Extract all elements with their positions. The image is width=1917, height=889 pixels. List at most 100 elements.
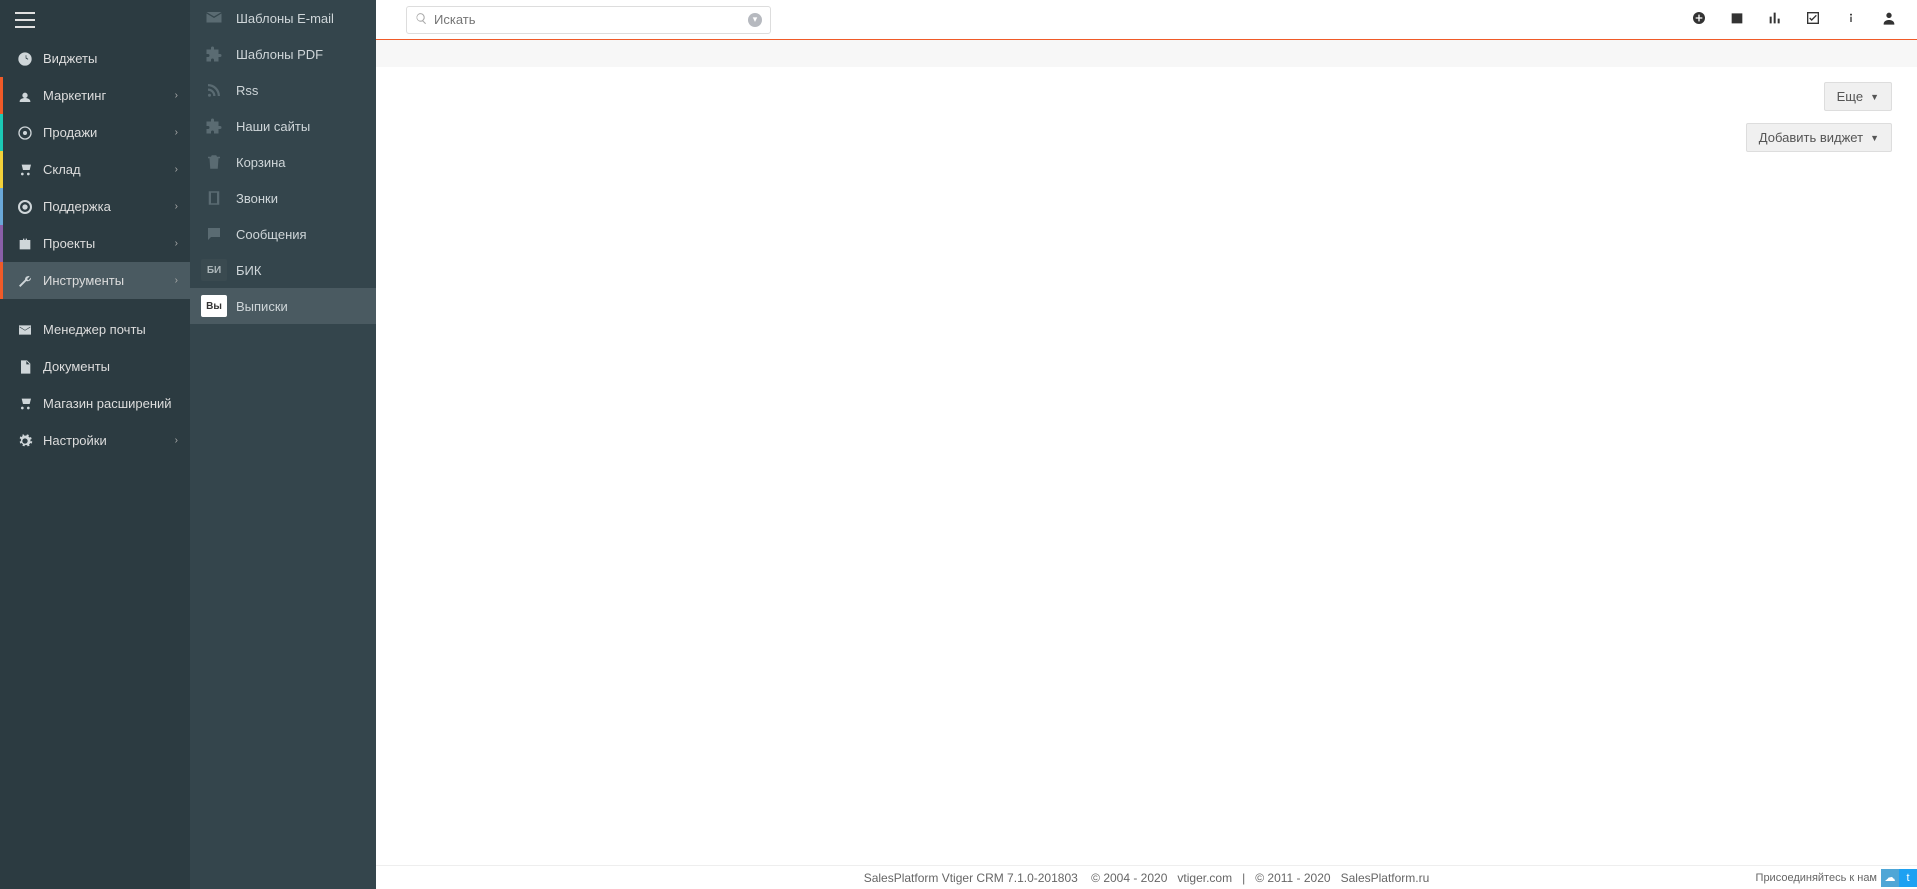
sidebar-item-label: Продажи — [43, 125, 175, 140]
sidebar-item-sales[interactable]: Продажи › — [0, 114, 190, 151]
sidebar-item-support[interactable]: Поддержка › — [0, 188, 190, 225]
sidebar-item-label: Инструменты — [43, 273, 175, 288]
puzzle-icon — [200, 43, 228, 65]
briefcase-icon — [15, 235, 35, 252]
sidebar-item-mail-manager[interactable]: Менеджер почты — [0, 311, 190, 348]
sidebar-item-marketing[interactable]: Маркетинг › — [0, 77, 190, 114]
chevron-right-icon: › — [175, 90, 178, 101]
sub-sidebar: Шаблоны E-mail Шаблоны PDF Rss Наши сайт… — [190, 0, 376, 889]
gear-icon — [15, 432, 35, 449]
module-badge: Вы — [201, 295, 227, 317]
sidebar-item-label: Склад — [43, 162, 175, 177]
subsidebar-item-messages[interactable]: Сообщения — [190, 216, 376, 252]
chevron-right-icon: › — [175, 127, 178, 138]
sidebar-item-label: Проекты — [43, 236, 175, 251]
sidebar-item-label: Настройки — [43, 433, 175, 448]
chevron-right-icon: › — [175, 164, 178, 175]
subsidebar-item-label: Шаблоны E-mail — [236, 11, 334, 26]
search-icon — [415, 12, 428, 28]
sidebar-item-tools[interactable]: Инструменты › — [0, 262, 190, 299]
info-icon[interactable] — [1843, 10, 1859, 30]
subsidebar-item-label: Сообщения — [236, 227, 307, 242]
add-icon[interactable] — [1691, 10, 1707, 30]
subsidebar-item-label: Наши сайты — [236, 119, 310, 134]
footer-join-label: Присоединяйтесь к нам — [1756, 872, 1877, 884]
chevron-right-icon: › — [175, 201, 178, 212]
social-cloud-icon[interactable]: ☁ — [1881, 869, 1899, 887]
subsidebar-item-recycle-bin[interactable]: Корзина — [190, 144, 376, 180]
subsidebar-item-label: Rss — [236, 83, 258, 98]
button-label: Еще — [1837, 89, 1863, 104]
more-button[interactable]: Еще ▼ — [1824, 82, 1892, 111]
envelope-icon — [200, 7, 228, 29]
reports-icon[interactable] — [1767, 10, 1783, 30]
users-icon — [15, 87, 35, 104]
subsidebar-item-label: Корзина — [236, 155, 286, 170]
footer-link-vtiger[interactable]: vtiger.com — [1177, 871, 1232, 885]
sidebar-item-widgets[interactable]: Виджеты — [0, 40, 190, 77]
document-icon — [15, 358, 35, 375]
tasks-icon[interactable] — [1805, 10, 1821, 30]
lifebuoy-icon — [15, 198, 35, 215]
chevron-right-icon: › — [175, 275, 178, 286]
footer: SalesPlatform Vtiger CRM 7.1.0-201803 © … — [376, 865, 1917, 889]
footer-link-salesplatform[interactable]: SalesPlatform.ru — [1341, 871, 1430, 885]
caret-down-icon: ▼ — [1870, 133, 1879, 143]
sidebar-item-label: Документы — [43, 359, 178, 374]
sidebar-item-settings[interactable]: Настройки › — [0, 422, 190, 459]
subsidebar-item-label: Звонки — [236, 191, 278, 206]
accent-divider — [376, 39, 1917, 40]
user-icon[interactable] — [1881, 10, 1897, 30]
subsidebar-item-rss[interactable]: Rss — [190, 72, 376, 108]
subsidebar-item-pdf-templates[interactable]: Шаблоны PDF — [190, 36, 376, 72]
subsidebar-item-label: Выписки — [236, 299, 288, 314]
footer-copyright1: © 2004 - 2020 — [1091, 871, 1167, 885]
subsidebar-item-email-templates[interactable]: Шаблоны E-mail — [190, 0, 376, 36]
rss-icon — [200, 79, 228, 101]
mail-icon — [15, 321, 35, 338]
dashboard-icon — [15, 50, 35, 67]
target-icon — [15, 124, 35, 141]
puzzle-icon — [200, 115, 228, 137]
sidebar-item-projects[interactable]: Проекты › — [0, 225, 190, 262]
add-widget-button[interactable]: Добавить виджет ▼ — [1746, 123, 1892, 152]
sidebar-item-extension-store[interactable]: Магазин расширений — [0, 385, 190, 422]
subsidebar-item-label: БИК — [236, 263, 261, 278]
footer-copyright2: © 2011 - 2020 — [1255, 871, 1330, 885]
sidebar-item-documents[interactable]: Документы — [0, 348, 190, 385]
hamburger-menu-icon[interactable] — [15, 12, 35, 28]
main-sidebar: Виджеты Маркетинг › Продажи › Склад › По… — [0, 0, 190, 889]
subsidebar-item-our-sites[interactable]: Наши сайты — [190, 108, 376, 144]
shopping-cart-icon — [15, 395, 35, 412]
subsidebar-item-label: Шаблоны PDF — [236, 47, 323, 62]
sidebar-item-label: Маркетинг — [43, 88, 175, 103]
chevron-right-icon: › — [175, 238, 178, 249]
topbar: ▾ — [376, 0, 1917, 39]
wrench-icon — [15, 272, 35, 289]
subheader-bar — [376, 39, 1917, 67]
search-input[interactable] — [434, 12, 748, 27]
button-label: Добавить виджет — [1759, 130, 1863, 145]
footer-sep: | — [1242, 871, 1245, 885]
search-dropdown-icon[interactable]: ▾ — [748, 13, 762, 27]
chevron-right-icon: › — [175, 435, 178, 446]
footer-product: SalesPlatform Vtiger CRM 7.1.0-201803 — [864, 871, 1078, 885]
sidebar-item-label: Поддержка — [43, 199, 175, 214]
subsidebar-item-statements[interactable]: Вы Выписки — [190, 288, 376, 324]
sidebar-item-label: Виджеты — [43, 51, 178, 66]
social-twitter-icon[interactable]: t — [1899, 869, 1917, 887]
calendar-icon[interactable] — [1729, 10, 1745, 30]
cart-icon — [15, 161, 35, 178]
main-content: ▾ Еще ▼ Добавить виджет ▼ — [376, 0, 1917, 889]
sidebar-item-label: Менеджер почты — [43, 322, 178, 337]
sidebar-item-label: Магазин расширений — [43, 396, 178, 411]
trash-icon — [200, 151, 228, 173]
subsidebar-item-bik[interactable]: БИ БИК — [190, 252, 376, 288]
search-box[interactable]: ▾ — [406, 6, 771, 34]
phone-book-icon — [200, 187, 228, 209]
subsidebar-item-calls[interactable]: Звонки — [190, 180, 376, 216]
chat-icon — [200, 223, 228, 245]
module-badge: БИ — [201, 259, 227, 281]
caret-down-icon: ▼ — [1870, 92, 1879, 102]
sidebar-item-inventory[interactable]: Склад › — [0, 151, 190, 188]
